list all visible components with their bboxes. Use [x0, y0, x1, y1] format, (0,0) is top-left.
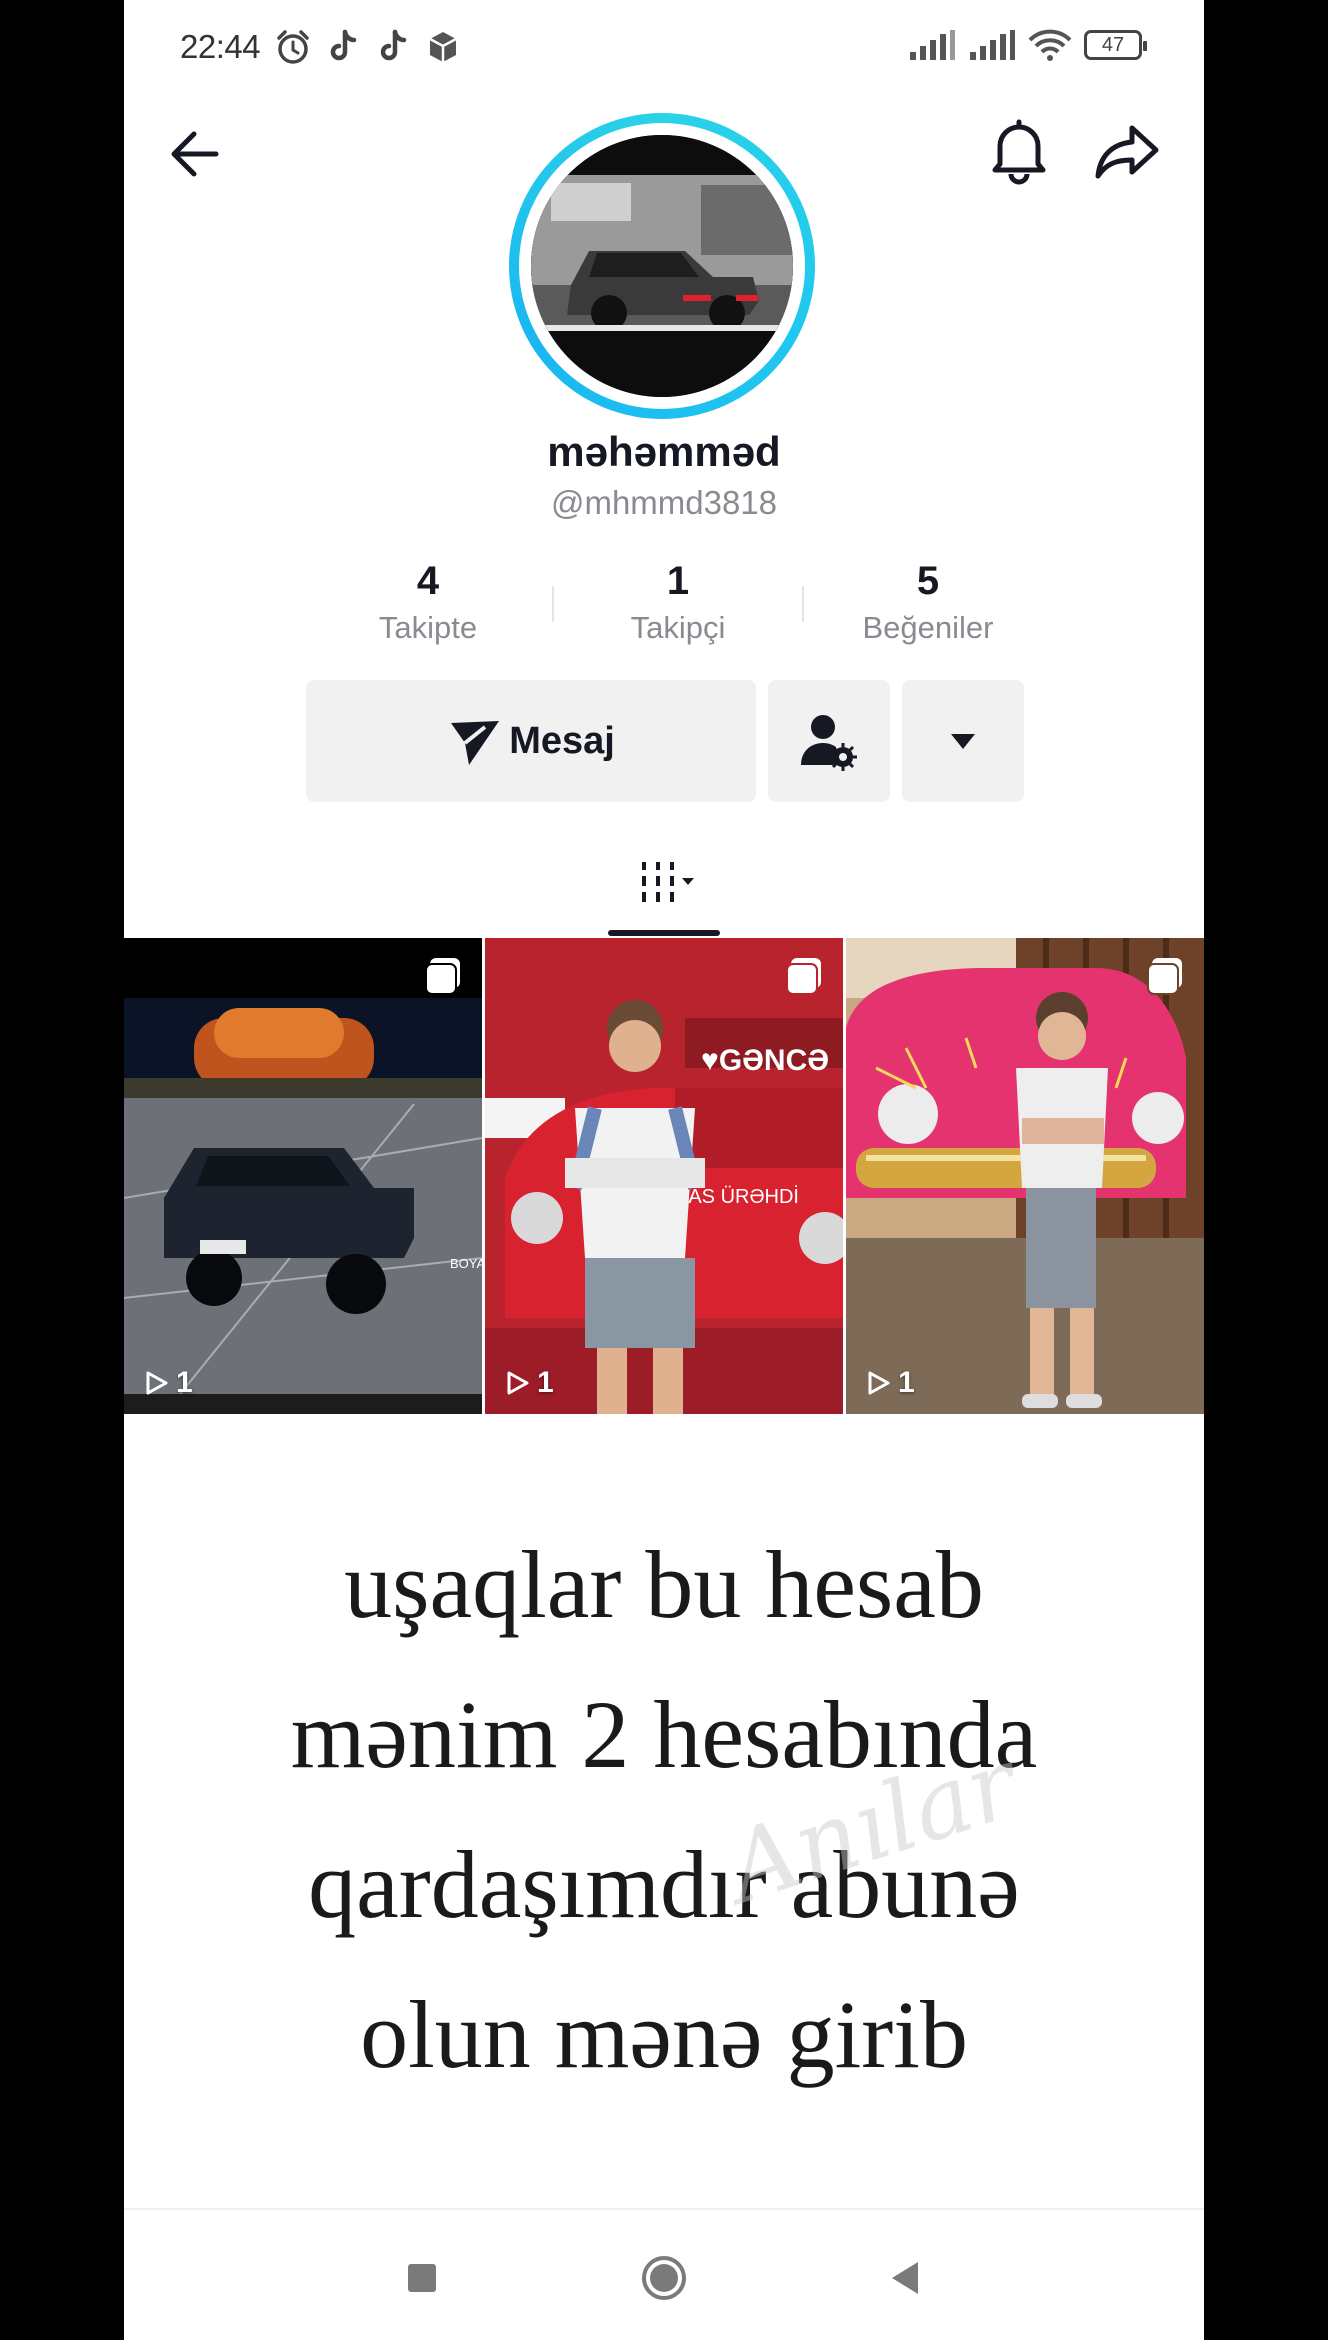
stat-followers-label: Takipçi: [630, 610, 726, 645]
stat-divider: [552, 586, 554, 622]
tiktok-icon: [322, 26, 364, 68]
video-thumbnail[interactable]: 1: [846, 938, 1204, 1414]
caption-line: qardaşımdır abunə: [308, 1831, 1020, 1938]
play-outline-icon: [146, 1371, 168, 1395]
play-outline-icon: [868, 1371, 890, 1395]
view-count: 1: [503, 1366, 554, 1400]
caption-line: uşaqlar bu hesab: [344, 1531, 984, 1638]
wifi-icon: [1028, 29, 1072, 61]
avatar-story-ring[interactable]: [509, 113, 815, 419]
view-count-value: 1: [537, 1366, 554, 1399]
notification-bell-button[interactable]: [982, 112, 1056, 186]
video-thumbnail[interactable]: ♥GƏNCƏ SAS ÜRƏHDİ 1: [485, 938, 843, 1414]
user-settings-icon: [801, 715, 857, 771]
thumbnail-image: [846, 938, 1204, 1414]
triangle-back-icon: [892, 2262, 918, 2294]
system-navigation-bar: [124, 2208, 1204, 2340]
overlay-caption: uşaqlar bu hesab mənim 2 hesabında qarda…: [124, 1510, 1204, 2110]
square-icon: [408, 2264, 436, 2292]
more-options-button[interactable]: [902, 680, 1024, 802]
share-arrow-icon: [1095, 125, 1159, 179]
back-nav-button[interactable]: [882, 2254, 930, 2302]
caption-line: mənim 2 hesabında: [290, 1681, 1038, 1788]
video-thumbnail[interactable]: BOYA 1: [124, 938, 482, 1414]
stat-likes-label: Beğeniler: [862, 610, 994, 645]
alarm-icon: [272, 26, 314, 68]
message-button[interactable]: Mesaj: [306, 680, 756, 802]
battery-level: 47: [1101, 33, 1125, 56]
caption-line: olun mənə girib: [360, 1981, 968, 2088]
thumbnail-image: BOYA: [124, 938, 482, 1414]
thumbnail-text: BOYA: [450, 1256, 482, 1271]
tiktok-icon: [372, 26, 414, 68]
profile-username: @mhmmd3818: [550, 484, 778, 521]
view-count: 1: [142, 1366, 193, 1400]
view-count-value: 1: [898, 1366, 915, 1399]
avatar-car-image: [531, 135, 793, 397]
battery-icon: 47: [1084, 30, 1147, 60]
active-tab-indicator: [608, 930, 720, 936]
multi-photo-icon: [425, 958, 460, 995]
status-system-icons: 47: [908, 28, 1147, 62]
stat-likes[interactable]: 5 Beğeniler: [808, 556, 1048, 648]
stat-following[interactable]: 4 Takipte: [308, 556, 548, 648]
profile-display-name: məhəmməd: [547, 428, 781, 475]
thumbnail-image: ♥GƏNCƏ SAS ÜRƏHDİ: [485, 938, 843, 1414]
send-icon: [451, 721, 500, 765]
stat-following-label: Takipte: [378, 610, 478, 645]
share-button[interactable]: [1090, 114, 1164, 188]
thumbnail-text: SAS ÜRƏHDİ: [675, 1185, 799, 1208]
signal-icon: [910, 30, 955, 60]
grid-filter-icon: [642, 862, 694, 902]
bell-icon: [992, 119, 1046, 185]
arrow-left-icon: [171, 131, 219, 177]
caret-down-icon: [951, 734, 975, 749]
video-grid: BOYA 1 ♥GƏNCƏ SAS ÜRƏHDİ 1 1: [124, 938, 1204, 1414]
play-outline-icon: [507, 1371, 529, 1395]
thumbnail-text: ♥GƏNCƏ: [701, 1044, 829, 1077]
recent-apps-button[interactable]: [398, 2254, 446, 2302]
profile-stats: 4 Takipte 1 Takipçi 5 Beğeniler: [308, 556, 1048, 652]
avatar: [531, 135, 793, 397]
stat-likes-value: 5: [916, 559, 940, 603]
status-bar: 22:44 47: [124, 0, 1204, 96]
tab-videos[interactable]: [604, 846, 724, 930]
back-button[interactable]: [160, 118, 232, 190]
box-icon: [422, 26, 464, 68]
phone-screen: 22:44 47 məhəmməd @mhmmd3818 4 Takipte 1…: [124, 0, 1204, 2340]
home-circle-icon: [642, 2256, 686, 2300]
view-count-value: 1: [176, 1366, 193, 1399]
stat-divider: [802, 586, 804, 622]
status-time: 22:44: [180, 28, 261, 65]
home-button[interactable]: [640, 2254, 688, 2302]
friend-settings-button[interactable]: [768, 680, 890, 802]
stat-following-value: 4: [416, 559, 440, 603]
stat-followers[interactable]: 1 Takipçi: [558, 556, 798, 648]
view-count: 1: [864, 1366, 915, 1400]
multi-photo-icon: [786, 958, 821, 995]
multi-photo-icon: [1147, 958, 1182, 995]
message-button-label: Mesaj: [509, 719, 615, 762]
stat-followers-value: 1: [666, 559, 690, 603]
status-notification-icons: [272, 26, 464, 68]
signal-icon: [970, 30, 1015, 60]
